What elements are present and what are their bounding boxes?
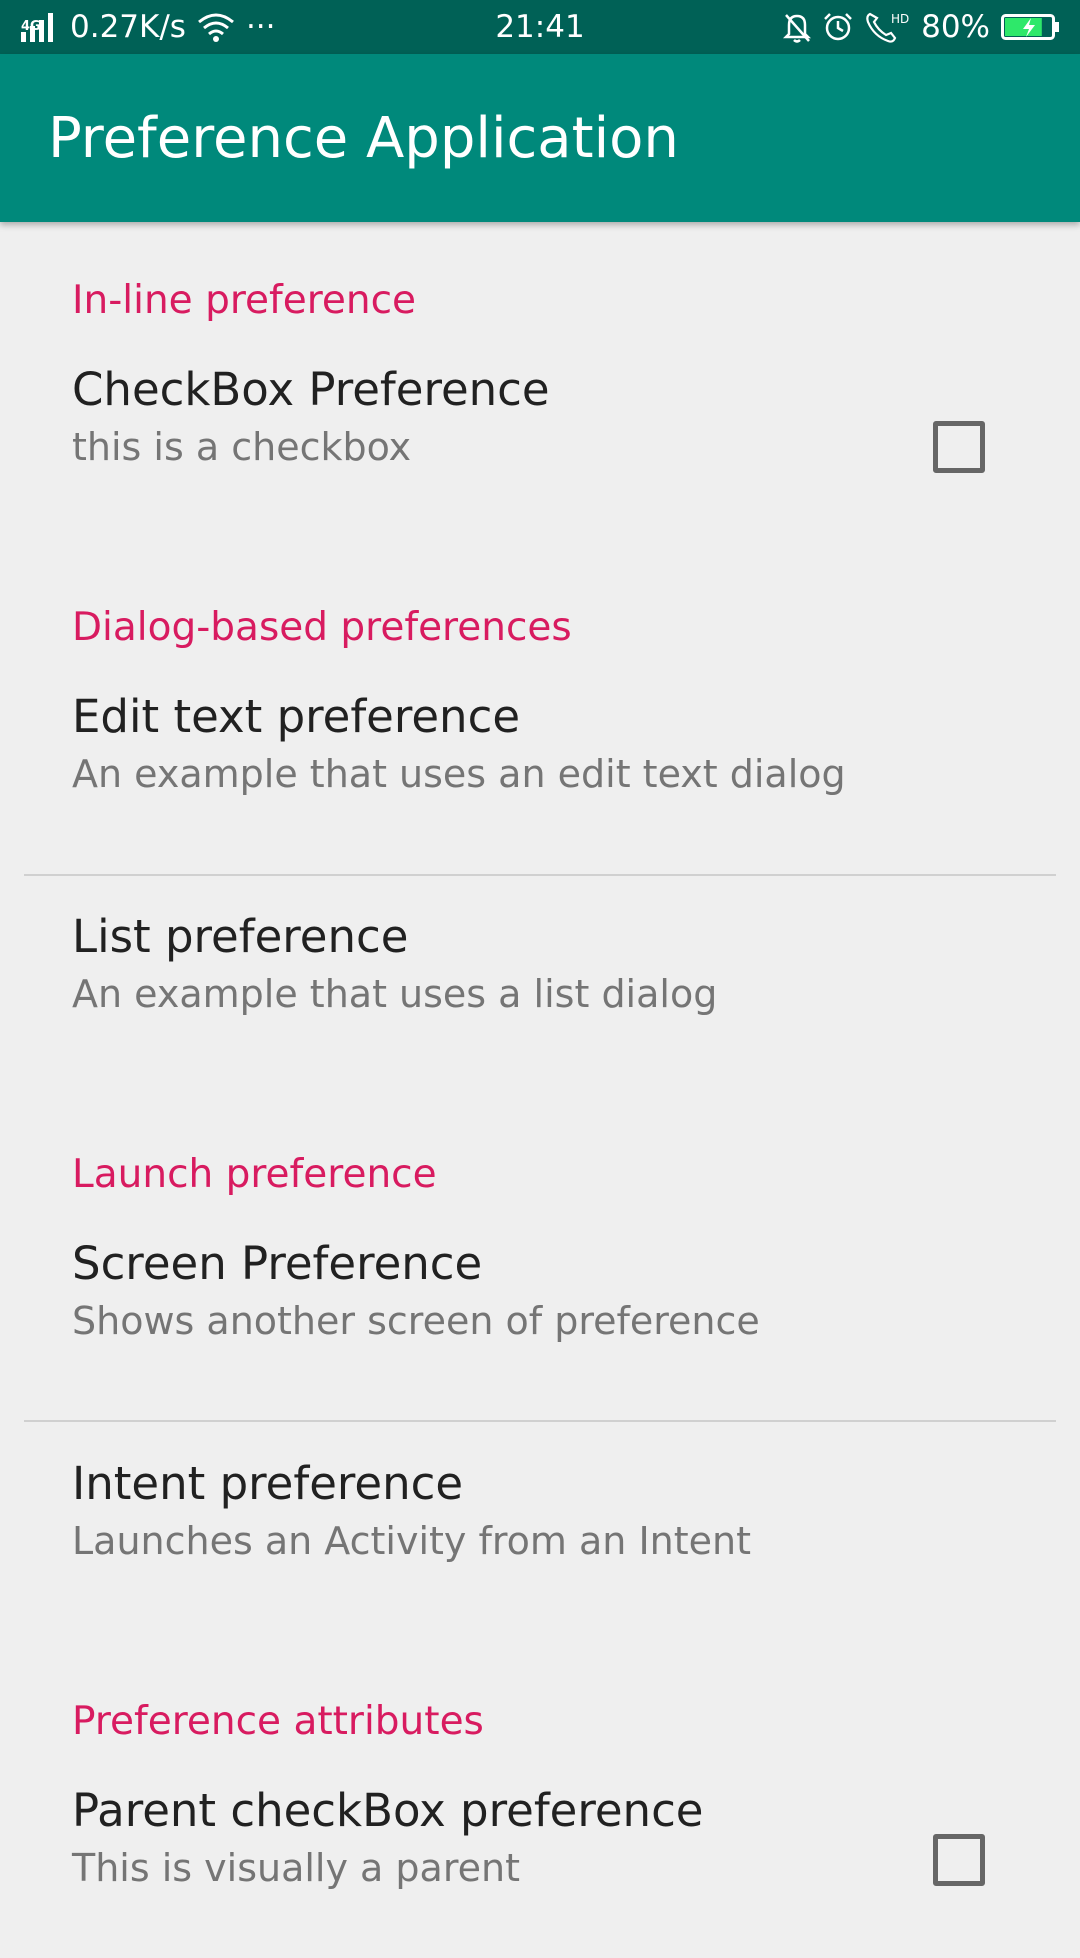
app-bar: Preference Application bbox=[0, 54, 1080, 222]
bell-off-icon bbox=[782, 11, 812, 43]
category-attributes: Preference attributes bbox=[72, 1699, 484, 1744]
checkbox-preference-checkbox[interactable] bbox=[933, 421, 985, 473]
network-speed: 0.27K/s bbox=[70, 9, 186, 45]
pref-edit-text[interactable]: Edit text preference An example that use… bbox=[0, 664, 1080, 864]
pref-summary: An example that uses a list dialog bbox=[72, 972, 718, 1016]
pref-title: Parent checkBox preference bbox=[72, 1784, 704, 1837]
category-inline: In-line preference bbox=[72, 278, 417, 323]
app-title: Preference Application bbox=[48, 105, 679, 171]
pref-intent[interactable]: Intent preference Launches an Activity f… bbox=[0, 1431, 1080, 1631]
pref-summary: this is a checkbox bbox=[72, 425, 412, 469]
battery-fill bbox=[1005, 18, 1042, 36]
pref-summary: Launches an Activity from an Intent bbox=[72, 1519, 752, 1563]
divider bbox=[24, 1420, 1056, 1422]
battery-charging-icon bbox=[1001, 12, 1061, 42]
hd-label: HD bbox=[891, 12, 909, 26]
clock-time: 21:41 bbox=[495, 9, 585, 45]
pref-summary: This is visually a parent bbox=[72, 1846, 520, 1890]
status-bar: 4G 0.27K/s ··· 21:41 HD 80% bbox=[0, 0, 1080, 54]
preference-list[interactable]: In-line preference CheckBox Preference t… bbox=[0, 222, 1080, 1920]
parent-checkbox-preference-checkbox[interactable] bbox=[933, 1834, 985, 1886]
alarm-icon bbox=[822, 11, 854, 43]
divider bbox=[24, 874, 1056, 876]
network-type-label: 4G bbox=[21, 19, 41, 34]
more-notifications-icon: ··· bbox=[245, 9, 276, 45]
hd-call-icon: HD bbox=[864, 10, 910, 44]
pref-screen[interactable]: Screen Preference Shows another screen o… bbox=[0, 1211, 1080, 1411]
wifi-icon bbox=[197, 11, 235, 43]
pref-title: CheckBox Preference bbox=[72, 363, 550, 416]
pref-parent-checkbox[interactable]: Parent checkBox preference This is visua… bbox=[0, 1758, 1080, 1958]
battery-percent: 80% bbox=[921, 9, 990, 45]
pref-list-dialog[interactable]: List preference An example that uses a l… bbox=[0, 884, 1080, 1084]
status-bar-left: 4G 0.27K/s ··· bbox=[14, 0, 282, 54]
pref-title: Intent preference bbox=[72, 1457, 464, 1510]
pref-title: Edit text preference bbox=[72, 690, 521, 743]
category-launch: Launch preference bbox=[72, 1152, 437, 1197]
status-bar-right: HD 80% bbox=[777, 0, 1066, 54]
category-dialog: Dialog-based preferences bbox=[72, 605, 572, 650]
pref-summary: An example that uses an edit text dialog bbox=[72, 752, 846, 796]
pref-summary: Shows another screen of preference bbox=[72, 1299, 760, 1343]
pref-title: List preference bbox=[72, 910, 409, 963]
pref-title: Screen Preference bbox=[72, 1237, 483, 1290]
signal-icon: 4G bbox=[19, 10, 59, 44]
pref-checkbox[interactable]: CheckBox Preference this is a checkbox bbox=[0, 337, 1080, 537]
